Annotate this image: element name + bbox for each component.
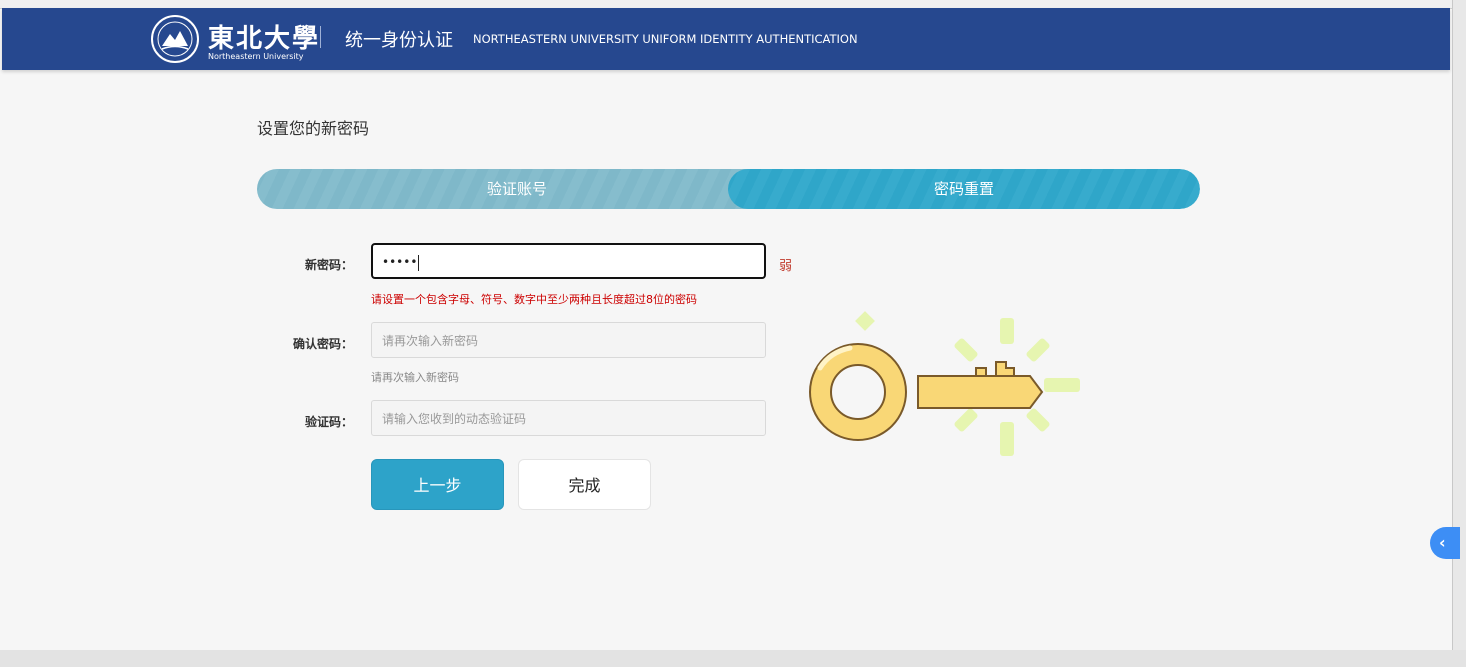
step-progress: 验证账号 密码重置	[257, 169, 1200, 209]
window-right-edge	[1452, 0, 1466, 667]
confirm-password-input[interactable]: 请再次输入新密码	[371, 322, 766, 358]
university-seal-icon	[151, 15, 199, 63]
new-password-value: •••••	[382, 255, 418, 269]
step-label: 验证账号	[486, 180, 547, 198]
system-title-en: NORTHEASTERN UNIVERSITY UNIFORM IDENTITY…	[473, 32, 858, 46]
bottom-bar	[0, 650, 1466, 667]
finish-button[interactable]: 完成	[518, 459, 651, 510]
step-verify-account: 验证账号	[257, 169, 777, 209]
university-name-cn: 東北大學	[208, 24, 321, 54]
confirm-password-hint: 请再次输入新密码	[371, 371, 459, 384]
verification-code-label: 验证码：	[304, 415, 353, 429]
key-illustration	[809, 311, 1080, 456]
chevron-left-icon: ‹	[1439, 533, 1446, 552]
new-password-input[interactable]: •••••	[371, 243, 766, 279]
password-strength: 弱	[779, 259, 793, 274]
text-cursor	[418, 254, 420, 271]
page-title: 设置您的新密码	[257, 119, 370, 138]
step-label: 密码重置	[933, 180, 994, 198]
confirm-password-label: 确认密码：	[292, 337, 353, 351]
university-name-en: Northeastern University	[208, 52, 304, 61]
header-divider	[320, 26, 321, 48]
step-reset-password: 密码重置	[728, 169, 1200, 209]
side-expand-tab[interactable]: ‹	[1430, 527, 1460, 559]
system-title-cn: 统一身份认证	[345, 30, 453, 51]
previous-step-button[interactable]: 上一步	[371, 459, 504, 510]
header-bar: 東北大學 Northeastern University 统一身份认证 NORT…	[2, 8, 1450, 70]
password-error-message: 请设置一个包含字母、符号、数字中至少两种且长度超过8位的密码	[371, 293, 697, 306]
new-password-label: 新密码：	[304, 258, 353, 272]
verification-code-input[interactable]: 请输入您收到的动态验证码	[371, 400, 766, 436]
